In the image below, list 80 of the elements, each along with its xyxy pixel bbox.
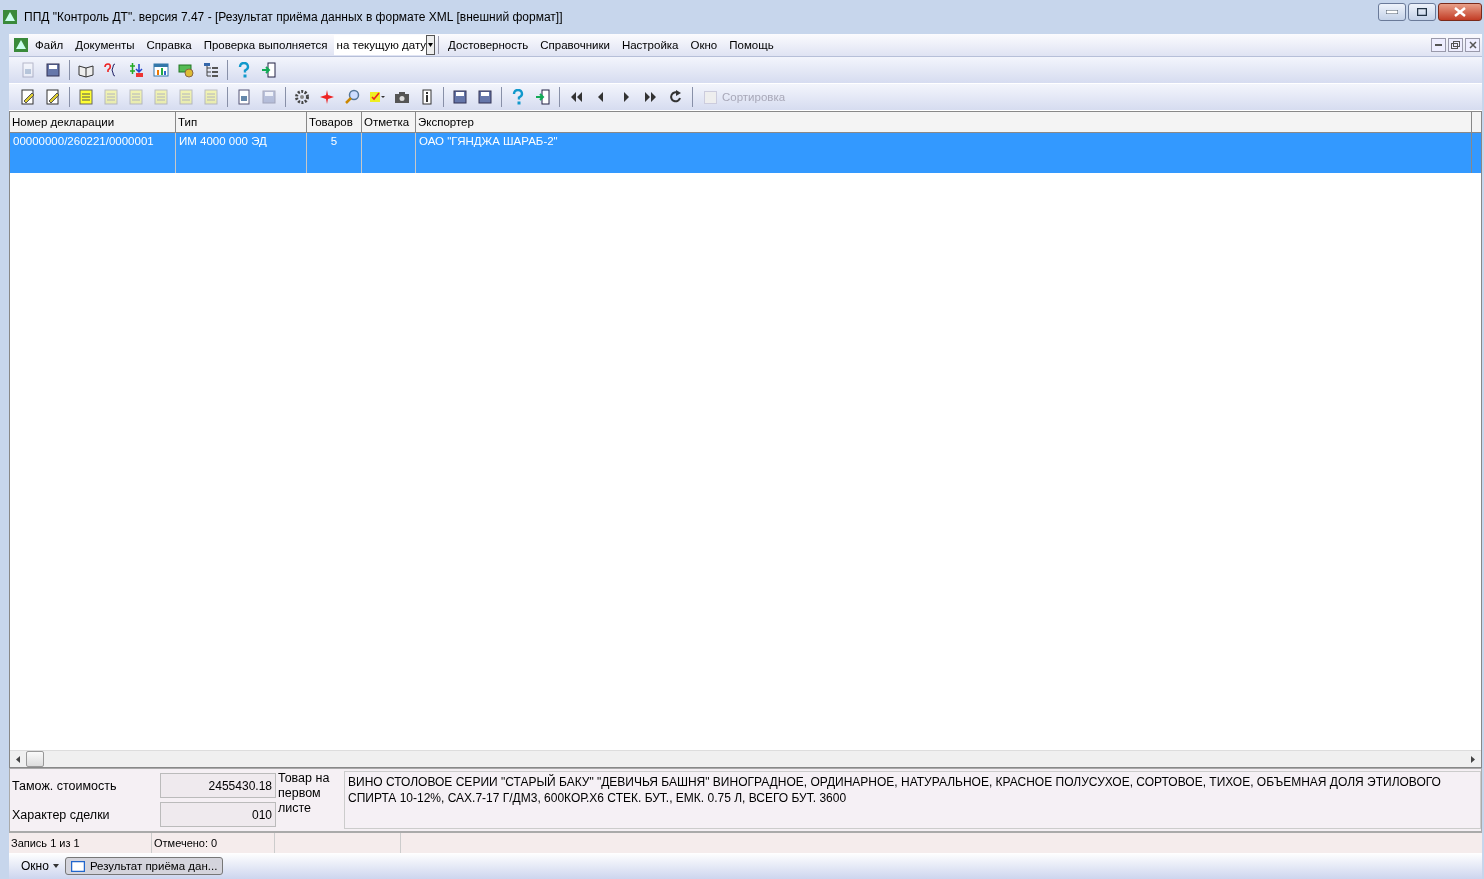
maximize-icon [1417,8,1427,16]
deal-type-field[interactable]: 010 [160,802,276,827]
date-mode-dropdown[interactable]: на текущую дату [333,35,436,55]
restore-button[interactable] [1448,38,1463,52]
horizontal-scrollbar[interactable] [10,750,1481,767]
form-icon [203,89,219,105]
table-cell: ИМ 4000 000 ЭД [176,133,307,173]
pencil-document-icon [45,89,61,105]
customs-value-field[interactable]: 2455430.18 [160,773,276,798]
dollar-arrow-icon [128,62,144,78]
door-arrow-icon [261,62,277,78]
window-menu-button[interactable]: Окно [21,859,59,873]
document-icon [20,62,36,78]
checkmark-dropdown-icon [369,89,385,105]
column-header[interactable]: Номер декларации [10,112,176,132]
minimize-button[interactable] [1378,3,1406,21]
minimize-button[interactable] [1431,38,1446,52]
tree-list-icon [203,62,219,78]
window-tab[interactable]: Результат приёма дан... [64,857,224,875]
floppy-icon [261,89,277,105]
close-button[interactable] [1438,3,1482,21]
form-icon [178,89,194,105]
close-button[interactable] [1465,38,1480,52]
menu-item[interactable]: Окно [684,39,724,51]
column-header[interactable]: Тип [176,112,307,132]
field-label: Характер сделки [12,806,111,824]
book-icon [78,62,94,78]
floppy-icon [452,89,468,105]
burst-icon [319,89,335,105]
restore-icon [1451,41,1460,49]
info-icon [419,89,435,105]
column-header[interactable]: Отметка [362,112,416,132]
help-icon [236,62,252,78]
dropdown-caret-icon [52,864,59,868]
chart-window-icon [153,62,169,78]
table-cell: 5 [307,133,362,173]
help-icon [510,89,526,105]
menu-item[interactable]: Справка [140,39,198,51]
goods-description-field[interactable]: ВИНО СТОЛОВОЕ СЕРИИ "СТАРЫЙ БАКУ" "ДЕВИЧЬЯ БАШНЯ" ВИНОГРАДНОЕ, ОРДИНАРНОЕ, НАТУРАЛЬНОЕ, КРАСНОЕ ПОЛУСУХОЕ, СОРТОВОЕ, ТИХОЕ, ОБЪЕМНАЯ ДОЛЯ ЭТИЛОВОГО СПИРТА 10-12%, САХ.7-17 Г/ДМ3, 600КОР.Х6 СТЕК. БУТ., ЕМК. 0.75 Л, ВСЕГО БУТ. 3600 [344,771,1481,829]
form-icon [103,89,119,105]
floppy-icon [45,62,61,78]
magnifier-icon [344,89,360,105]
gear-icon [294,89,310,105]
column-header[interactable]: Экспортер [416,112,1472,132]
menu-item[interactable]: Настройка [615,39,685,51]
table-cell: ОАО "ГЯНДЖА ШАРАБ-2" [416,133,1472,173]
menu-item[interactable]: Файл [29,39,70,51]
menu-item[interactable]: Помощь [723,39,780,51]
pencil-document-icon [20,89,36,105]
maximize-button[interactable] [1408,3,1436,21]
table-cell: 00000000/260221/0000001 [10,133,176,173]
menu-item[interactable]: Документы [69,39,141,51]
close-icon [1453,7,1467,17]
form-icon [78,89,94,105]
double-right-arrow-icon [643,89,659,105]
camera-icon [394,89,410,105]
minimize-icon [1435,44,1442,46]
dropdown-caret-icon [428,43,434,47]
menu-item[interactable]: Проверка выполняется [197,39,334,51]
window-icon [70,860,85,872]
window-title: ППД "Контроль ДТ". версия 7.47 - [Результат приёма данных в формате XML [внешний формат]] [24,10,564,24]
field-label: Товар на первом листе [278,771,331,817]
menu-item[interactable]: Достоверность [442,39,535,51]
door-arrow-icon [535,89,551,105]
document-icon [236,89,252,105]
minimize-icon [1386,10,1398,14]
app-icon [2,9,18,25]
app-icon[interactable] [13,37,29,53]
scroll-right-icon[interactable] [1471,755,1475,763]
banknote-icon [178,62,194,78]
refresh-icon [668,89,684,105]
menu-item[interactable]: Справочники [534,39,616,51]
close-icon [1468,41,1477,49]
scroll-left-icon[interactable] [16,755,20,763]
field-label: Тамож. стоимость [12,777,118,795]
scroll-thumb[interactable] [26,751,44,767]
form-icon [153,89,169,105]
form-icon [128,89,144,105]
floppy-icon [477,89,493,105]
column-header[interactable]: Товаров [307,112,362,132]
